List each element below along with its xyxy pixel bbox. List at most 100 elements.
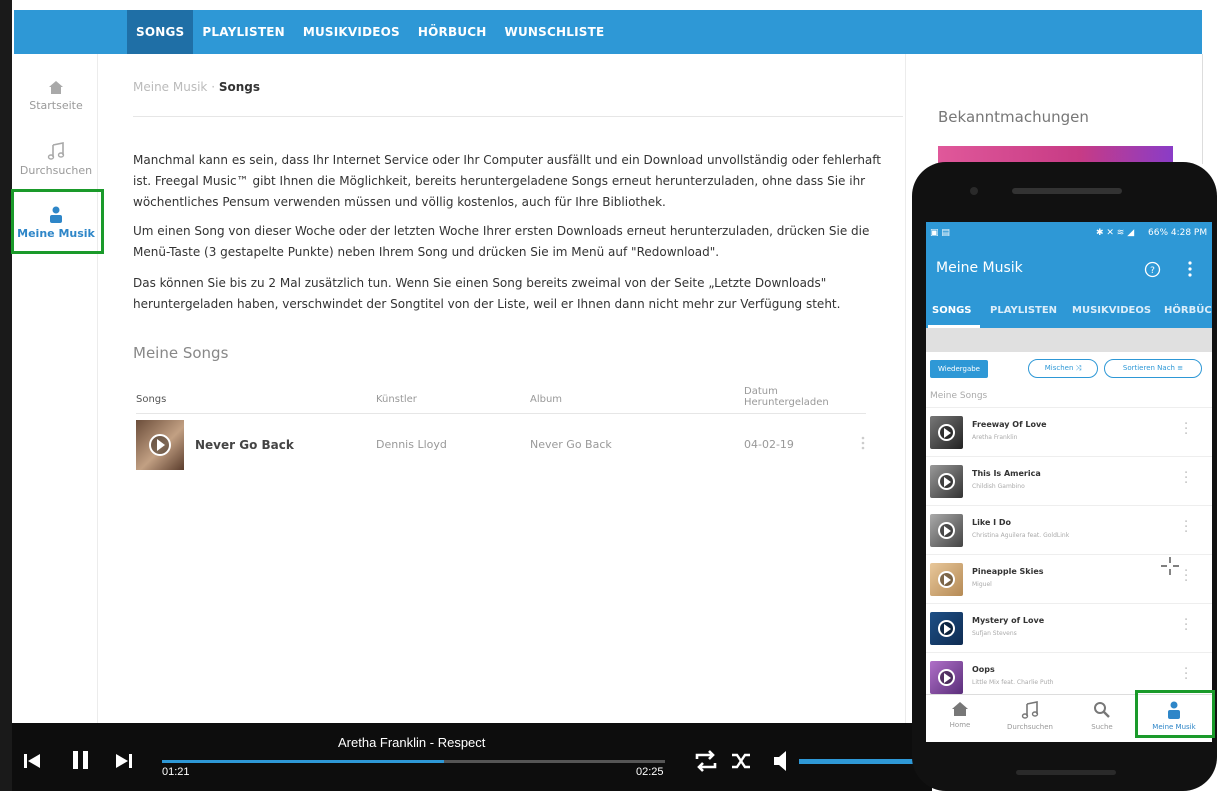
- overflow-menu-icon[interactable]: [1188, 261, 1192, 277]
- more-options-icon[interactable]: [861, 436, 865, 450]
- phone-nav-label: Home: [949, 721, 971, 729]
- status-time: 66% 4:28 PM: [1148, 228, 1208, 238]
- breadcrumb-current: Songs: [218, 80, 260, 94]
- info-paragraph-1: Manchmal kann es sein, dass Ihr Internet…: [133, 153, 881, 209]
- repeat-icon[interactable]: [694, 750, 718, 772]
- shuffle-icon: ⤨: [1075, 364, 1082, 372]
- tab-hoerbuch[interactable]: HÖRBUCH: [409, 10, 496, 54]
- play-icon[interactable]: [149, 434, 171, 456]
- phone-home-indicator: [1016, 770, 1116, 775]
- shuffle-label: Mischen: [1044, 364, 1074, 372]
- breadcrumb: Meine Musik · Songs: [133, 80, 260, 94]
- shuffle-icon[interactable]: [730, 751, 752, 771]
- play-all-button[interactable]: Wiedergabe: [930, 360, 988, 378]
- home-icon: [952, 702, 968, 716]
- now-playing-title: Aretha Franklin - Respect: [338, 735, 486, 750]
- column-header-artist[interactable]: Künstler: [376, 394, 417, 405]
- song-artist: Christina Aguilera feat. GoldLink: [972, 532, 1070, 539]
- song-title: Mystery of Love: [972, 616, 1045, 625]
- song-title: Oops: [972, 665, 995, 674]
- section-title-meine-songs: Meine Songs: [133, 344, 229, 362]
- phone-camera: [970, 187, 978, 195]
- previous-track-icon[interactable]: [22, 751, 42, 771]
- more-options-icon[interactable]: · · ·: [1184, 565, 1188, 588]
- phone-tab-hoerbuch[interactable]: HÖRBÜCH: [1164, 305, 1212, 316]
- phone-gray-band: [926, 328, 1212, 352]
- more-options-icon[interactable]: · · ·: [1184, 467, 1188, 490]
- play-icon[interactable]: [938, 669, 955, 686]
- play-icon[interactable]: [938, 522, 955, 539]
- list-item[interactable]: Like I Do Christina Aguilera feat. GoldL…: [926, 505, 1212, 554]
- top-tabs: SONGS PLAYLISTEN MUSIKVIDEOS HÖRBUCH WUN…: [127, 10, 613, 54]
- songs-table-header: Songs Künstler Album Datum Heruntergelad…: [136, 384, 866, 414]
- phone-speaker: [1012, 188, 1122, 194]
- help-icon[interactable]: ?: [1144, 261, 1161, 278]
- volume-icon[interactable]: [772, 749, 794, 773]
- sort-button[interactable]: Sortieren Nach ≡: [1104, 359, 1202, 378]
- phone-nav-suche[interactable]: Suche: [1068, 697, 1136, 731]
- album-thumbnail: [136, 420, 184, 470]
- breadcrumb-divider: [133, 116, 903, 117]
- notification-icons: ▣ ▤: [930, 228, 950, 238]
- album-thumbnail: [930, 465, 963, 498]
- next-track-icon[interactable]: [114, 751, 134, 771]
- column-header-album[interactable]: Album: [530, 394, 562, 405]
- signal-icons: ✱ ✕ ≋ ◢: [1096, 228, 1135, 238]
- more-options-icon[interactable]: · · ·: [1184, 418, 1188, 441]
- tab-playlisten[interactable]: PLAYLISTEN: [193, 10, 293, 54]
- song-date: 04-02-19: [744, 438, 794, 451]
- sidebar-item-durchsuchen[interactable]: Durchsuchen: [14, 142, 98, 177]
- play-icon[interactable]: [938, 620, 955, 637]
- cursor-crosshair-icon: [1161, 557, 1179, 575]
- play-icon[interactable]: [938, 473, 955, 490]
- shuffle-button[interactable]: Mischen ⤨: [1028, 359, 1098, 378]
- music-note-icon: [1021, 701, 1039, 719]
- phone-screen: ▣ ▤ ✱ ✕ ≋ ◢ 66% 4:28 PM Meine Musik ? SO…: [926, 222, 1212, 742]
- window-top-edge: [0, 0, 1217, 10]
- play-icon[interactable]: [938, 571, 955, 588]
- song-artist: Little Mix feat. Charlie Puth: [972, 679, 1054, 686]
- column-header-date[interactable]: Datum Heruntergeladen: [744, 386, 834, 408]
- song-title: Pineapple Skies: [972, 567, 1044, 576]
- highlight-box-phone-nav: [1135, 690, 1215, 738]
- list-item[interactable]: This Is America Childish Gambino · · ·: [926, 456, 1212, 505]
- tab-musikvideos[interactable]: MUSIKVIDEOS: [294, 10, 409, 54]
- phone-section-title: Meine Songs: [930, 391, 988, 401]
- breadcrumb-parent[interactable]: Meine Musik: [133, 80, 207, 94]
- list-item[interactable]: Freeway Of Love Aretha Franklin · · ·: [926, 407, 1212, 456]
- phone-tab-playlisten[interactable]: PLAYLISTEN: [990, 305, 1057, 316]
- phone-status-bar: ▣ ▤ ✱ ✕ ≋ ◢ 66% 4:28 PM: [926, 222, 1212, 246]
- more-options-icon[interactable]: · · ·: [1184, 516, 1188, 539]
- phone-nav-durchsuchen[interactable]: Durchsuchen: [996, 697, 1064, 731]
- tab-wunschliste[interactable]: WUNSCHLISTE: [496, 10, 614, 54]
- phone-tab-songs[interactable]: SONGS: [932, 305, 971, 316]
- player-bar: Aretha Franklin - Respect 01:21 02:25: [12, 723, 932, 791]
- list-item[interactable]: Mystery of Love Sufjan Stevens · · ·: [926, 603, 1212, 652]
- song-title: Like I Do: [972, 518, 1012, 527]
- more-options-icon[interactable]: · · ·: [1184, 663, 1188, 686]
- top-navigation-bar: SONGS PLAYLISTEN MUSIKVIDEOS HÖRBUCH WUN…: [14, 10, 1202, 54]
- more-options-icon[interactable]: · · ·: [1184, 614, 1188, 637]
- song-title: Freeway Of Love: [972, 420, 1047, 429]
- song-title: Never Go Back: [195, 438, 294, 452]
- phone-nav-label: Suche: [1091, 723, 1113, 731]
- pause-icon[interactable]: [70, 749, 92, 771]
- breadcrumb-separator: ·: [207, 80, 219, 94]
- song-artist: Aretha Franklin: [972, 434, 1018, 441]
- elapsed-time: 01:21: [162, 766, 190, 778]
- table-row[interactable]: Never Go Back Dennis Lloyd Never Go Back…: [136, 418, 866, 472]
- home-icon: [49, 81, 63, 94]
- phone-nav-home[interactable]: Home: [926, 697, 994, 729]
- phone-nav-label: Durchsuchen: [1007, 723, 1053, 731]
- progress-fill: [162, 760, 444, 763]
- sidebar-item-startseite[interactable]: Startseite: [14, 80, 98, 112]
- play-icon[interactable]: [938, 424, 955, 441]
- album-thumbnail: [930, 661, 963, 694]
- column-header-songs[interactable]: Songs: [136, 394, 166, 405]
- album-thumbnail: [930, 563, 963, 596]
- info-paragraph-2: Um einen Song von dieser Woche oder der …: [133, 224, 870, 259]
- progress-bar[interactable]: [162, 760, 665, 763]
- phone-tab-musikvideos[interactable]: MUSIKVIDEOS: [1072, 305, 1151, 316]
- page-scrollbar[interactable]: [1202, 54, 1217, 164]
- tab-songs[interactable]: SONGS: [127, 10, 194, 54]
